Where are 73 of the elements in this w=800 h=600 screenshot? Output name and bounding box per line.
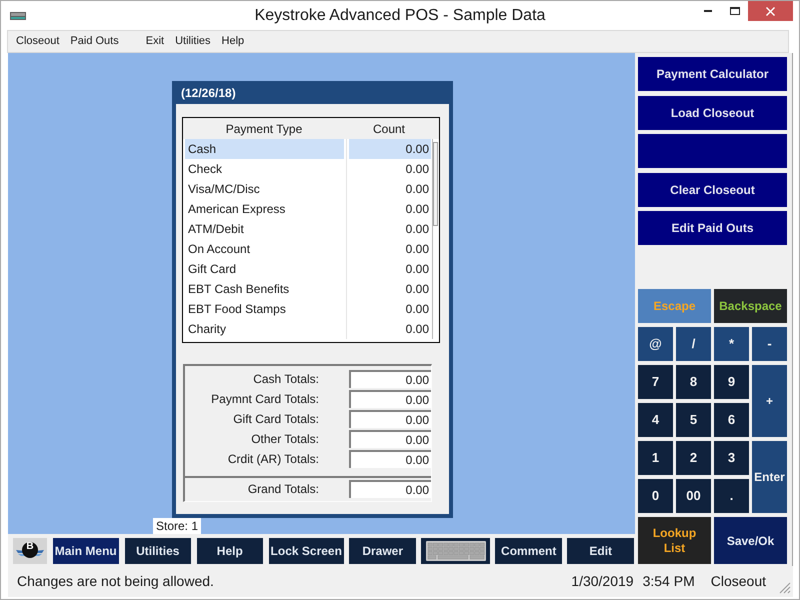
keypad-key[interactable]: * bbox=[714, 327, 749, 361]
close-button[interactable] bbox=[748, 1, 793, 21]
totals-label: Crdit (AR) Totals: bbox=[226, 451, 319, 468]
app-icon bbox=[10, 12, 26, 20]
totals-label: Grand Totals: bbox=[246, 481, 319, 498]
menu-item[interactable]: Paid Outs bbox=[70, 33, 119, 50]
menu-item[interactable]: Exit bbox=[146, 33, 164, 50]
keypad-key[interactable]: 6 bbox=[714, 403, 749, 437]
keypad-key[interactable]: - bbox=[752, 327, 787, 361]
toolbar-button[interactable]: Main Menu bbox=[52, 538, 120, 564]
action-button[interactable]: Clear Closeout bbox=[638, 172, 787, 206]
keypad-key[interactable]: 9 bbox=[714, 365, 749, 399]
toolbar-button[interactable]: Edit bbox=[567, 538, 634, 564]
column-header: Payment Type bbox=[224, 120, 304, 138]
keypad-key[interactable]: 2 bbox=[676, 441, 711, 475]
toolbar-button[interactable]: Lock Screen bbox=[268, 538, 344, 564]
toolbar-button[interactable]: Comment bbox=[495, 538, 562, 564]
status-date: 1/30/2019 bbox=[571, 572, 634, 591]
lookup-list-button[interactable]: Lookup List bbox=[638, 517, 711, 564]
column-header: Count bbox=[372, 120, 406, 138]
status-message: Changes are not being allowed. bbox=[17, 572, 214, 591]
backspace-key[interactable]: Backspace bbox=[714, 289, 787, 323]
totals-field[interactable]: 0.00 bbox=[349, 410, 431, 428]
logo-button[interactable]: B bbox=[13, 538, 47, 564]
keypad-key[interactable]: 8 bbox=[676, 365, 711, 399]
keypad-key[interactable]: 7 bbox=[638, 365, 673, 399]
keypad-key[interactable]: 0 bbox=[638, 479, 673, 513]
keypad-key[interactable]: / bbox=[676, 327, 711, 361]
logo-letter: B bbox=[26, 542, 34, 552]
status-time: 3:54 PM bbox=[642, 572, 695, 591]
totals-label: Other Totals: bbox=[250, 431, 319, 448]
toolbar-button[interactable]: Help bbox=[196, 538, 264, 564]
menu-item[interactable]: Utilities bbox=[175, 33, 211, 50]
keypad-key[interactable]: 5 bbox=[676, 403, 711, 437]
toolbar-button[interactable]: Utilities bbox=[124, 538, 192, 564]
totals-label: Cash Totals: bbox=[252, 371, 319, 388]
action-button[interactable]: Payment Calculator bbox=[638, 57, 787, 91]
keypad-key[interactable]: Enter bbox=[752, 441, 787, 513]
keypad-key[interactable]: 1 bbox=[638, 441, 673, 475]
menu-item[interactable]: Help bbox=[222, 33, 244, 50]
keypad-key[interactable]: @ bbox=[638, 327, 673, 361]
save-ok-button[interactable]: Save/Ok bbox=[714, 517, 787, 564]
keypad-key[interactable]: + bbox=[752, 365, 787, 437]
keypad-key[interactable]: 3 bbox=[714, 441, 749, 475]
toolbar-button[interactable]: Drawer bbox=[349, 538, 416, 564]
totals-label: Paymnt Card Totals: bbox=[210, 391, 319, 408]
logo-icon bbox=[15, 541, 45, 561]
totals-field[interactable]: 0.00 bbox=[349, 370, 431, 388]
store-label: Store: 1 bbox=[153, 518, 202, 534]
status-mode: Closeout bbox=[710, 572, 766, 591]
keypad-key[interactable]: . bbox=[714, 479, 749, 513]
action-button[interactable]: Edit Paid Outs bbox=[638, 211, 787, 245]
resize-grip-icon bbox=[779, 582, 791, 594]
scrollbar[interactable] bbox=[431, 139, 439, 339]
totals-field[interactable]: 0.00 bbox=[349, 480, 431, 498]
menu-item[interactable]: Closeout bbox=[16, 33, 60, 50]
dialog-title: (12/26/18) bbox=[180, 84, 237, 102]
totals-label: Gift Card Totals: bbox=[232, 411, 319, 428]
keypad-key[interactable]: 4 bbox=[638, 403, 673, 437]
table-cell[interactable]: 0.00 bbox=[349, 139, 431, 159]
minimize-icon bbox=[704, 10, 712, 12]
scrollbar-thumb[interactable] bbox=[433, 142, 438, 226]
totals-field[interactable]: 0.00 bbox=[349, 430, 431, 448]
keyboard-icon bbox=[426, 541, 486, 561]
keyboard-button[interactable] bbox=[421, 538, 490, 564]
totals-field[interactable]: 0.00 bbox=[349, 450, 431, 468]
action-button[interactable]: Load Closeout bbox=[638, 96, 787, 130]
keypad-key[interactable]: 00 bbox=[676, 479, 711, 513]
window-title: Keystroke Advanced POS - Sample Data bbox=[254, 6, 546, 26]
totals-field[interactable]: 0.00 bbox=[349, 390, 431, 408]
maximize-icon bbox=[730, 7, 740, 15]
table-cell[interactable]: Cash bbox=[185, 139, 344, 159]
close-icon bbox=[766, 6, 775, 16]
